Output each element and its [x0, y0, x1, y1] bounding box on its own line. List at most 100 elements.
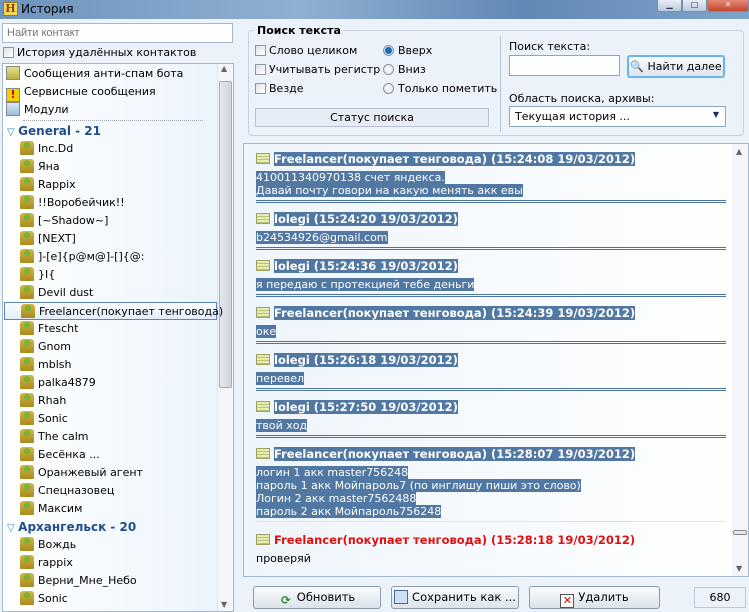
save-as-button[interactable]: Сохранить как ... — [391, 586, 519, 609]
antispam-bot-icon — [6, 66, 20, 80]
contact-icon — [20, 375, 34, 389]
close-button[interactable]: ✕ — [707, 0, 749, 12]
direction-radio[interactable]: Вниз — [383, 63, 426, 76]
contact-item[interactable]: Яна — [20, 158, 60, 176]
contact-group[interactable]: ▽ General - 21 — [7, 122, 101, 140]
search-scope-value: Текущая история ... — [515, 110, 630, 123]
contact-item[interactable]: Sonic — [20, 590, 68, 608]
group-expand-icon[interactable]: ▽ — [7, 127, 18, 138]
maximize-button[interactable]: □ — [682, 0, 707, 12]
search-option-checkbox[interactable]: Везде — [255, 82, 304, 95]
message-body: 410011340970138 счет яндекса. Давай почту… — [256, 171, 523, 197]
contact-item[interactable]: Вождь — [20, 536, 76, 554]
group-expand-icon[interactable]: ▽ — [7, 523, 18, 534]
contact-icon — [20, 177, 34, 191]
message-body: оке — [256, 325, 277, 338]
contact-name: Inc.Dd — [38, 142, 74, 155]
contact-name: Оранжевый агент — [38, 466, 143, 479]
contact-item[interactable]: Inc.Dd — [20, 140, 73, 158]
contact-icon — [20, 591, 34, 605]
radio-icon — [383, 45, 394, 56]
contact-name: }I{ — [38, 268, 56, 281]
history-scrollbar[interactable]: ▲ ▼ — [732, 144, 748, 576]
contact-item[interactable]: [NEXT] — [20, 230, 76, 248]
delete-label: Удалить — [578, 590, 629, 604]
contact-list: ▲ ▼ Сообщения анти-спам бота ! Сервисные со… — [2, 63, 234, 612]
contact-item[interactable]: Максим — [20, 500, 82, 518]
contact-item[interactable]: Оранжевый агент — [20, 464, 143, 482]
contact-item[interactable]: The calm — [20, 428, 89, 446]
contact-item[interactable]: Gnom — [20, 338, 71, 356]
scrollbar-thumb[interactable] — [733, 530, 747, 535]
direction-radio[interactable]: Вверх — [383, 44, 432, 57]
contact-name: palka4879 — [38, 376, 96, 389]
message-header: Freelancer(покупает тенговода) (15:24:08… — [256, 152, 636, 166]
contact-item[interactable]: Бесёнка ... — [20, 446, 100, 464]
direction-radio[interactable]: Только пометить — [383, 82, 497, 95]
refresh-label: Обновить — [296, 590, 356, 604]
search-option-checkbox[interactable]: Учитывать регистр — [255, 63, 380, 76]
message-header: lolegi (15:26:18 19/03/2012) — [256, 353, 458, 367]
radio-icon — [383, 64, 394, 75]
contact-item[interactable]: Верни_Мне_Небо — [20, 572, 137, 590]
search-option-checkbox[interactable]: Слово целиком — [255, 44, 357, 57]
contact-icon — [20, 393, 34, 407]
message-header-text: lolegi (15:24:36 19/03/2012) — [274, 259, 458, 273]
modules-icon — [6, 102, 20, 116]
contact-item[interactable]: Sonic — [20, 410, 68, 428]
contact-name: mblsh — [38, 358, 72, 371]
message-icon — [256, 153, 270, 164]
message-header: lolegi (15:24:20 19/03/2012) — [256, 212, 458, 226]
refresh-button[interactable]: ⟳ Обновить — [253, 586, 381, 609]
message-line: b24534926@gmail.com — [256, 231, 388, 244]
save-as-label: Сохранить как ... — [412, 590, 516, 604]
find-next-button[interactable]: 🔍 Найти далее — [627, 55, 725, 78]
search-status: Статус поиска — [255, 108, 489, 127]
contact-item[interactable]: }I{ — [20, 266, 55, 284]
sidebar-item-label: Сообщения анти-спам бота — [24, 67, 184, 80]
contact-name: Спецназовец — [38, 484, 115, 497]
search-scope-select[interactable]: Текущая история ... ▼ — [509, 106, 726, 127]
contact-item[interactable]: palka4879 — [20, 374, 96, 392]
message-line: перевел — [256, 372, 304, 385]
contact-item[interactable]: rappix — [20, 554, 73, 572]
sidebar-item-special[interactable]: Модули — [6, 101, 69, 119]
scrollbar-thumb[interactable] — [219, 81, 232, 388]
contact-name: ]-[e]{p@м@]-[]{@: — [38, 250, 145, 263]
minimize-button[interactable]: ▁ — [657, 0, 682, 12]
deleted-history-checkbox[interactable]: История удалённых контактов — [3, 46, 196, 59]
delete-icon: ✕ — [560, 594, 575, 608]
search-text-input[interactable] — [509, 55, 620, 76]
contact-icon — [20, 555, 34, 569]
contact-item[interactable]: Devil dust — [20, 284, 93, 302]
contact-list-scrollbar[interactable]: ▲ ▼ — [217, 64, 233, 611]
contact-search-input[interactable] — [2, 23, 233, 43]
sidebar-item-special[interactable]: Сообщения анти-спам бота — [6, 65, 183, 83]
message-header-text: lolegi (15:26:18 19/03/2012) — [274, 353, 458, 367]
contact-icon — [20, 231, 34, 245]
contact-item[interactable]: Ftescht — [20, 320, 78, 338]
contact-item[interactable]: Rhah — [20, 392, 66, 410]
search-panel: Поиск текста Статус поиска Поиск текста:… — [248, 24, 744, 136]
contact-item[interactable]: [~Shadow~] — [20, 212, 108, 230]
direction-label: Только пометить — [398, 82, 498, 95]
message-line: логин 1 акк master756248 — [256, 466, 409, 479]
contact-item[interactable]: Freelancer(покупает тенговода) — [4, 302, 223, 320]
contact-item[interactable]: Спецназовец — [20, 482, 114, 500]
contact-icon — [20, 483, 34, 497]
contact-icon — [20, 357, 34, 371]
contact-item[interactable]: Rappix — [20, 176, 76, 194]
message-header: Freelancer(покупает тенговода) (15:28:07… — [256, 447, 636, 461]
message-separator — [256, 388, 726, 391]
contact-item[interactable]: ]-[e]{p@м@]-[]{@: — [20, 248, 144, 266]
option-label: Везде — [269, 82, 304, 95]
delete-button[interactable]: ✕ Удалить — [529, 586, 660, 609]
message-separator — [256, 435, 726, 438]
contact-icon — [20, 573, 34, 587]
message-body: я передаю с протекцией тебе деньги — [256, 278, 475, 291]
sidebar-item-special[interactable]: ! Сервисные сообщения — [6, 83, 156, 102]
contact-group[interactable]: ▽ Архангельск - 20 — [7, 518, 136, 536]
contact-item[interactable]: mblsh — [20, 356, 71, 374]
contact-icon — [20, 537, 34, 551]
contact-item[interactable]: !!Воробейчик!! — [20, 194, 125, 212]
